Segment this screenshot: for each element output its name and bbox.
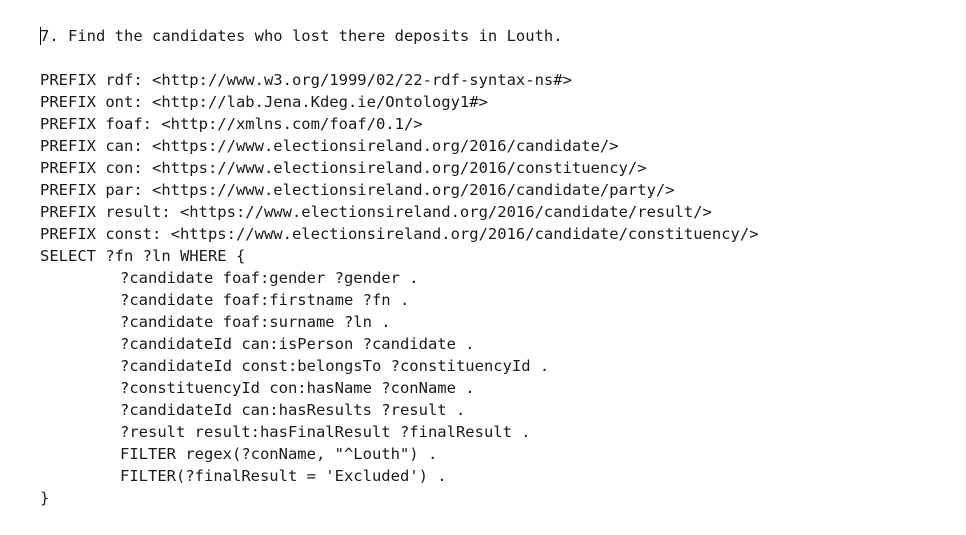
where-clause-line: ?candidateId can:hasResults ?result .	[120, 401, 466, 419]
prefix-line: PREFIX can: <https://www.electionsirelan…	[40, 137, 619, 155]
where-clause-line: ?constituencyId con:hasName ?conName .	[120, 379, 475, 397]
where-clause-line: ?result result:hasFinalResult ?finalResu…	[120, 423, 531, 441]
where-clause-line: ?candidate foaf:surname ?ln .	[120, 313, 391, 331]
question-heading: 7. Find the candidates who lost there de…	[40, 27, 563, 45]
filter-line: FILTER(?finalResult = 'Excluded') .	[120, 467, 447, 485]
select-line: SELECT ?fn ?ln WHERE {	[40, 247, 246, 265]
prefix-line: PREFIX ont: <http://lab.Jena.Kdeg.ie/Ont…	[40, 93, 488, 111]
where-clause-line: ?candidate foaf:firstname ?fn .	[120, 291, 410, 309]
where-clause-line: ?candidate foaf:gender ?gender .	[120, 269, 419, 287]
prefix-line: PREFIX con: <https://www.electionsirelan…	[40, 159, 647, 177]
prefix-line: PREFIX par: <https://www.electionsirelan…	[40, 181, 675, 199]
prefix-line: PREFIX foaf: <http://xmlns.com/foaf/0.1/…	[40, 115, 423, 133]
prefix-line: PREFIX result: <https://www.electionsire…	[40, 203, 712, 221]
text-editor[interactable]: 7. Find the candidates who lost there de…	[40, 25, 950, 509]
filter-line: FILTER regex(?conName, "^Louth") .	[120, 445, 438, 463]
prefix-line: PREFIX const: <https://www.electionsirel…	[40, 225, 759, 243]
prefix-line: PREFIX rdf: <http://www.w3.org/1999/02/2…	[40, 71, 572, 89]
where-clause-line: ?candidateId can:isPerson ?candidate .	[120, 335, 475, 353]
closing-brace: }	[40, 489, 50, 507]
where-clause-line: ?candidateId const:belongsTo ?constituen…	[120, 357, 550, 375]
